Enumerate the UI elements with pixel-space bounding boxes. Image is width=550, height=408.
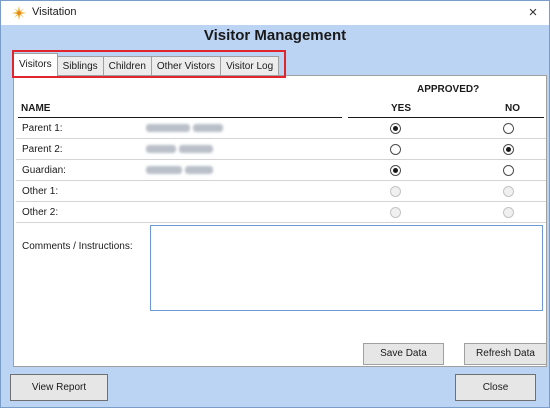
visitation-window: Visitation × Visitor Management Visitors… [0, 0, 550, 408]
table-row: Other 2: [16, 202, 546, 223]
view-report-button[interactable]: View Report [10, 374, 108, 401]
table-row: Parent 2: [16, 139, 546, 160]
visitors-panel: APPROVED? NAME YES NO Parent 1: Parent 2… [13, 75, 547, 367]
row-label: Other 1: [22, 186, 59, 197]
table-row: Parent 1: [16, 118, 546, 139]
tab-siblings[interactable]: Siblings [56, 56, 104, 76]
no-column-header: NO [505, 103, 520, 114]
row-label: Parent 1: [22, 123, 63, 134]
tab-visitors[interactable]: Visitors [13, 53, 58, 76]
name-column-header: NAME [21, 103, 51, 114]
window-title: Visitation [32, 6, 77, 18]
row-label: Other 2: [22, 207, 59, 218]
title-bar: Visitation × [1, 1, 549, 25]
tab-strip: Visitors Siblings Children Other Vistors… [13, 52, 280, 76]
page-title: Visitor Management [203, 27, 347, 44]
yes-column-header: YES [391, 103, 412, 114]
close-button[interactable]: Close [455, 374, 536, 401]
approve-no-radio[interactable] [503, 123, 514, 134]
approve-no-radio[interactable] [503, 144, 514, 155]
approve-yes-radio [390, 207, 401, 218]
save-data-button[interactable]: Save Data [363, 343, 444, 365]
row-label: Guardian: [22, 165, 66, 176]
approve-yes-radio[interactable] [390, 144, 401, 155]
redacted-name [146, 165, 216, 175]
table-row: Other 1: [16, 181, 546, 202]
approve-no-radio [503, 186, 514, 197]
comments-input[interactable] [150, 225, 543, 311]
comments-label: Comments / Instructions: [22, 241, 133, 252]
approved-header: APPROVED? [417, 84, 480, 95]
app-star-icon [11, 5, 27, 21]
approve-no-radio[interactable] [503, 165, 514, 176]
tab-other-visitors[interactable]: Other Vistors [150, 56, 222, 76]
approve-yes-radio[interactable] [390, 123, 401, 134]
approve-no-radio [503, 207, 514, 218]
row-label: Parent 2: [22, 144, 63, 155]
close-window-icon[interactable]: × [523, 3, 543, 23]
tab-visitor-log[interactable]: Visitor Log [220, 56, 280, 76]
tab-children[interactable]: Children [102, 56, 152, 76]
refresh-data-button[interactable]: Refresh Data [464, 343, 547, 365]
approve-yes-radio [390, 186, 401, 197]
redacted-name [146, 144, 216, 154]
approve-yes-radio[interactable] [390, 165, 401, 176]
table-row: Guardian: [16, 160, 546, 181]
redacted-name [146, 123, 226, 133]
